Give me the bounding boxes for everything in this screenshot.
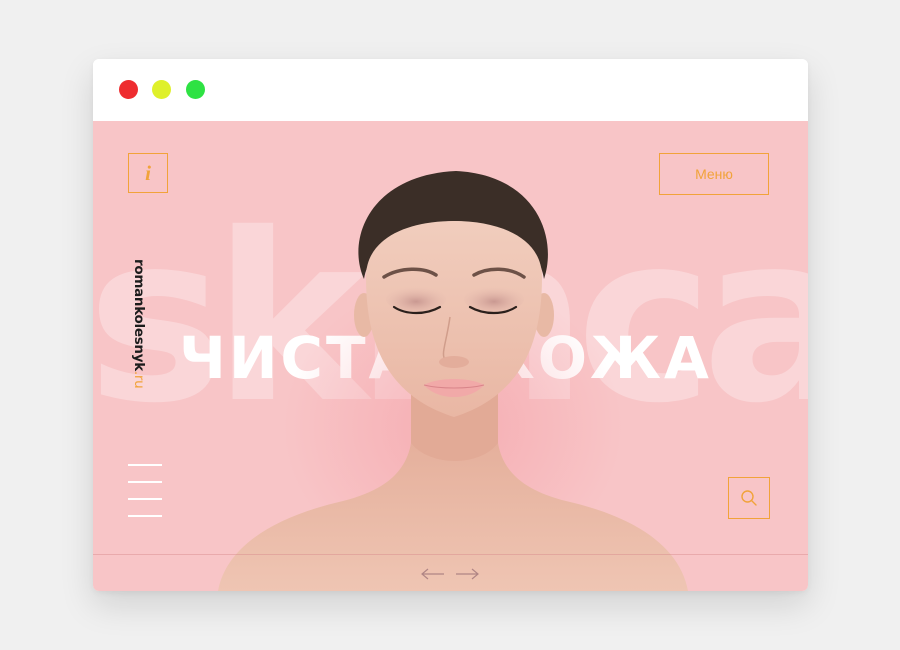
- hamburger-line: [128, 498, 162, 500]
- menu-button-label: Меню: [695, 166, 733, 182]
- brand-logo[interactable]: romankolesnyk.ru: [131, 259, 147, 388]
- bottom-divider: [93, 554, 808, 555]
- arrow-right-icon[interactable]: [455, 568, 479, 580]
- arrow-left-icon[interactable]: [421, 568, 445, 580]
- browser-window: skincare ЧИСТАЯ КОЖА: [93, 59, 808, 591]
- model-portrait: [218, 171, 688, 591]
- close-window-button[interactable]: [119, 80, 138, 99]
- brand-name: romankolesnyk: [131, 259, 147, 371]
- brand-domain: .ru: [131, 370, 147, 389]
- search-icon: [741, 490, 757, 506]
- hamburger-line: [128, 515, 162, 517]
- hamburger-line: [128, 481, 162, 483]
- maximize-window-button[interactable]: [186, 80, 205, 99]
- info-icon: i: [145, 160, 151, 185]
- hero-section: skincare ЧИСТАЯ КОЖА: [93, 121, 808, 591]
- search-button[interactable]: [728, 477, 770, 519]
- info-button[interactable]: i: [128, 153, 168, 193]
- hamburger-icon[interactable]: [128, 464, 162, 520]
- menu-button[interactable]: Меню: [659, 153, 769, 195]
- hamburger-line: [128, 464, 162, 466]
- minimize-window-button[interactable]: [152, 80, 171, 99]
- window-titlebar: [93, 59, 808, 121]
